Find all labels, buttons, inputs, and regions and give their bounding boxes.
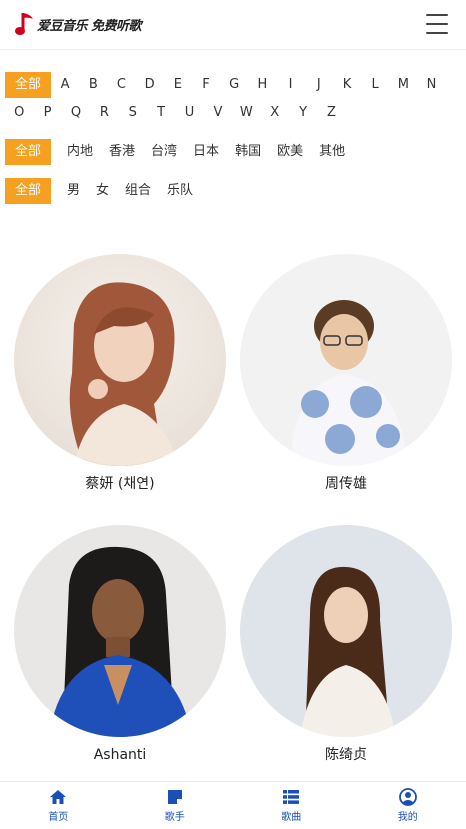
artist-card[interactable]: 周传雄 <box>240 254 452 494</box>
singer-icon <box>167 790 182 804</box>
tab-songs-label: 歌曲 <box>281 812 302 823</box>
letter-filter-option[interactable]: A <box>51 72 79 98</box>
region-filter-row: 全部 内地 香港 台湾 日本 韩国 欧美 其他 <box>5 139 345 165</box>
bottom-tab-bar: 首页 歌手 歌曲 我的 <box>0 781 466 829</box>
letter-filter-row-1: 全部 A B C D E F G H I J K L M N <box>5 72 446 98</box>
letter-filter-option[interactable]: W <box>232 100 260 126</box>
letter-filter-option[interactable]: G <box>220 72 248 98</box>
tab-singers[interactable]: 歌手 <box>117 782 234 829</box>
artist-card[interactable]: Ashanti <box>14 525 226 765</box>
letter-filter-option[interactable]: T <box>147 100 175 126</box>
tab-mine[interactable]: 我的 <box>350 782 466 829</box>
letter-filter-option[interactable]: D <box>136 72 164 98</box>
type-filter-option[interactable]: 乐队 <box>167 178 193 204</box>
app-logo[interactable]: 爱豆音乐 免费听歌 <box>14 10 142 38</box>
music-note-icon <box>14 10 36 38</box>
type-filter-option[interactable]: 男 <box>67 178 80 204</box>
type-filter-row: 全部 男 女 组合 乐队 <box>5 178 193 204</box>
letter-filter-option[interactable]: N <box>417 72 445 98</box>
region-filter-option[interactable]: 欧美 <box>277 139 303 165</box>
letter-filter-option[interactable]: J <box>305 72 333 98</box>
region-filter-option[interactable]: 其他 <box>319 139 345 165</box>
letter-filter-option[interactable]: E <box>164 72 192 98</box>
user-icon <box>398 788 417 806</box>
home-icon <box>50 790 67 804</box>
list-icon <box>283 790 300 804</box>
letter-filter-option[interactable]: P <box>33 100 61 126</box>
letter-filter-option[interactable]: I <box>277 72 305 98</box>
region-filter-option[interactable]: 韩国 <box>235 139 261 165</box>
tab-home-label: 首页 <box>48 812 69 823</box>
tab-mine-label: 我的 <box>397 812 418 823</box>
letter-filter-option[interactable]: L <box>361 72 389 98</box>
artist-avatar[interactable] <box>14 525 226 737</box>
letter-filter-option[interactable]: B <box>79 72 107 98</box>
artist-name[interactable]: 蔡妍 (채연) <box>14 474 226 494</box>
tab-songs[interactable]: 歌曲 <box>233 782 350 829</box>
region-filter-option[interactable]: 内地 <box>67 139 93 165</box>
artist-avatar[interactable] <box>14 254 226 466</box>
tab-home[interactable]: 首页 <box>0 782 117 829</box>
region-filter-option[interactable]: 台湾 <box>151 139 177 165</box>
artist-name[interactable]: Ashanti <box>14 745 226 765</box>
letter-filter-option[interactable]: X <box>261 100 289 126</box>
region-filter-all[interactable]: 全部 <box>5 139 51 165</box>
letter-filter-option[interactable]: O <box>5 100 33 126</box>
region-filter-option[interactable]: 日本 <box>193 139 219 165</box>
artist-avatar[interactable] <box>240 525 452 737</box>
letter-filter-option[interactable]: R <box>90 100 118 126</box>
letter-filter-row-2: O P Q R S T U V W X Y Z <box>5 100 346 126</box>
letter-filter-all[interactable]: 全部 <box>5 72 51 98</box>
letter-filter-option[interactable]: M <box>389 72 417 98</box>
menu-icon[interactable] <box>426 14 448 34</box>
region-filter-option[interactable]: 香港 <box>109 139 135 165</box>
letter-filter-option[interactable]: V <box>204 100 232 126</box>
letter-filter-option[interactable]: F <box>192 72 220 98</box>
letter-filter-option[interactable]: C <box>107 72 135 98</box>
letter-filter-option[interactable]: K <box>333 72 361 98</box>
logo-text: 爱豆音乐 免费听歌 <box>37 18 142 34</box>
tab-singers-label: 歌手 <box>164 812 185 823</box>
artist-avatar[interactable] <box>240 254 452 466</box>
letter-filter-option[interactable]: Q <box>62 100 90 126</box>
letter-filter-option[interactable]: S <box>119 100 147 126</box>
type-filter-option[interactable]: 女 <box>96 178 109 204</box>
letter-filter-option[interactable]: Y <box>289 100 317 126</box>
artist-card[interactable]: 陈绮贞 <box>240 525 452 765</box>
type-filter-all[interactable]: 全部 <box>5 178 51 204</box>
type-filter-option[interactable]: 组合 <box>125 178 151 204</box>
artist-name[interactable]: 陈绮贞 <box>240 745 452 765</box>
artist-name[interactable]: 周传雄 <box>240 474 452 494</box>
letter-filter-option[interactable]: U <box>175 100 203 126</box>
artist-card[interactable]: 蔡妍 (채연) <box>14 254 226 494</box>
letter-filter-option[interactable]: Z <box>317 100 345 126</box>
letter-filter-option[interactable]: H <box>248 72 276 98</box>
app-header: 爱豆音乐 免费听歌 <box>0 0 466 50</box>
